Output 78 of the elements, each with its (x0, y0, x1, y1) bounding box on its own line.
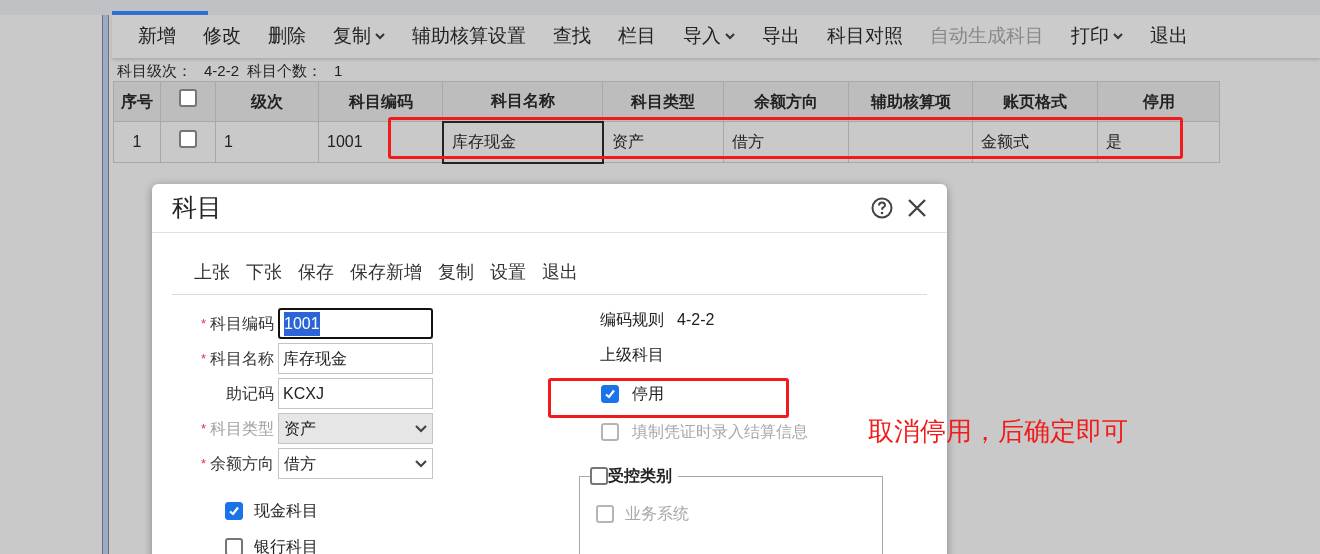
checkbox-label: 现金科目 (254, 501, 318, 521)
checkbox[interactable] (179, 129, 197, 148)
checkmark-icon (604, 388, 616, 400)
info-value: 4-2-2 (677, 309, 715, 330)
checkbox[interactable] (590, 467, 608, 485)
close-icon[interactable] (907, 198, 927, 218)
column-header: 科目名称 (442, 81, 603, 122)
chevron-down-icon (415, 459, 427, 468)
column-header: 停用 (1097, 81, 1220, 122)
summary-label: 科目级次： (117, 60, 192, 81)
checkbox-label: 银行科目 (254, 537, 318, 554)
caret-icon (1113, 33, 1123, 40)
table-cell: 金额式 (972, 121, 1098, 163)
dialog-title: 科目 (172, 192, 223, 224)
annotation-text: 取消停用，后确定即可 (868, 415, 1128, 448)
toolbar-button[interactable]: 导入 (683, 22, 735, 51)
column-header: 账页格式 (972, 81, 1098, 122)
table-cell: 1 (215, 121, 319, 163)
toolbar-button[interactable]: 科目对照 (827, 22, 903, 51)
summary-label: 科目个数： (247, 60, 323, 81)
summary-value: 4-2-2 (204, 60, 240, 81)
toolbar-button[interactable]: 删除 (268, 22, 306, 51)
column-header: 序号 (113, 81, 161, 122)
summary-value: 1 (334, 60, 343, 81)
checkbox-label: 停用 (632, 384, 664, 404)
dialog-toolbar-button[interactable]: 设置 (490, 259, 526, 286)
toolbar-button[interactable]: 栏目 (618, 22, 656, 51)
required-marker: * (200, 349, 206, 368)
column-header: 科目编码 (318, 81, 443, 122)
chevron-down-icon (415, 424, 427, 433)
table-cell: 是 (1097, 121, 1220, 163)
toolbar-button[interactable]: 打印 (1071, 22, 1123, 51)
column-header: 余额方向 (723, 81, 849, 122)
info-label: 上级科目 (600, 344, 664, 365)
toolbar-button[interactable]: 复制 (333, 22, 385, 51)
checkbox[interactable] (179, 89, 197, 107)
dialog-toolbar-button[interactable]: 保存新增 (350, 259, 422, 286)
input-field[interactable]: 1001 (278, 308, 433, 339)
dialog-toolbar-button[interactable]: 上张 (194, 259, 230, 286)
caret-icon (725, 33, 735, 40)
checkbox[interactable] (225, 502, 243, 520)
dialog-toolbar-button[interactable]: 复制 (438, 259, 474, 286)
dialog-toolbar-button[interactable]: 下张 (246, 259, 282, 286)
table-cell: 借方 (723, 121, 849, 163)
toolbar-button[interactable]: 退出 (1150, 22, 1188, 51)
input-field[interactable]: 库存现金 (278, 343, 433, 374)
column-header: 级次 (215, 81, 319, 122)
field-label: 科目编码 (210, 313, 274, 334)
info-label: 编码规则 (600, 309, 664, 330)
table-cell: 资产 (602, 121, 724, 163)
required-marker: * (200, 454, 206, 473)
checkmark-icon (228, 505, 240, 517)
toolbar-button[interactable]: 查找 (553, 22, 591, 51)
toolbar-button[interactable]: 新增 (138, 22, 176, 51)
checkbox-label: 填制凭证时录入结算信息 (632, 422, 808, 442)
group-title: 受控类别 (608, 466, 672, 486)
toolbar-button[interactable]: 修改 (203, 22, 241, 51)
column-header: 科目类型 (602, 81, 724, 122)
dialog-toolbar-button[interactable]: 退出 (542, 259, 578, 286)
required-marker: * (200, 314, 206, 333)
column-header: 辅助核算项 (848, 81, 973, 122)
checkbox-label: 业务系统 (625, 504, 689, 524)
table-cell: 1 (113, 121, 161, 163)
field-label: 科目名称 (210, 348, 274, 369)
toolbar-button[interactable]: 辅助核算设置 (412, 22, 526, 51)
field-label: 余额方向 (210, 453, 274, 474)
checkbox[interactable] (601, 385, 619, 403)
select-field[interactable]: 借方 (278, 448, 433, 479)
field-label: 助记码 (226, 383, 274, 404)
dialog-toolbar-button[interactable]: 保存 (298, 259, 334, 286)
field-label: 科目类型 (210, 418, 274, 439)
table-cell: 库存现金 (442, 121, 603, 163)
caret-icon (375, 33, 385, 40)
checkbox[interactable] (225, 538, 243, 554)
toolbar-button[interactable]: 导出 (762, 22, 800, 51)
input-field[interactable]: KCXJ (278, 378, 433, 409)
help-icon[interactable] (871, 197, 893, 219)
required-marker: * (200, 419, 206, 438)
